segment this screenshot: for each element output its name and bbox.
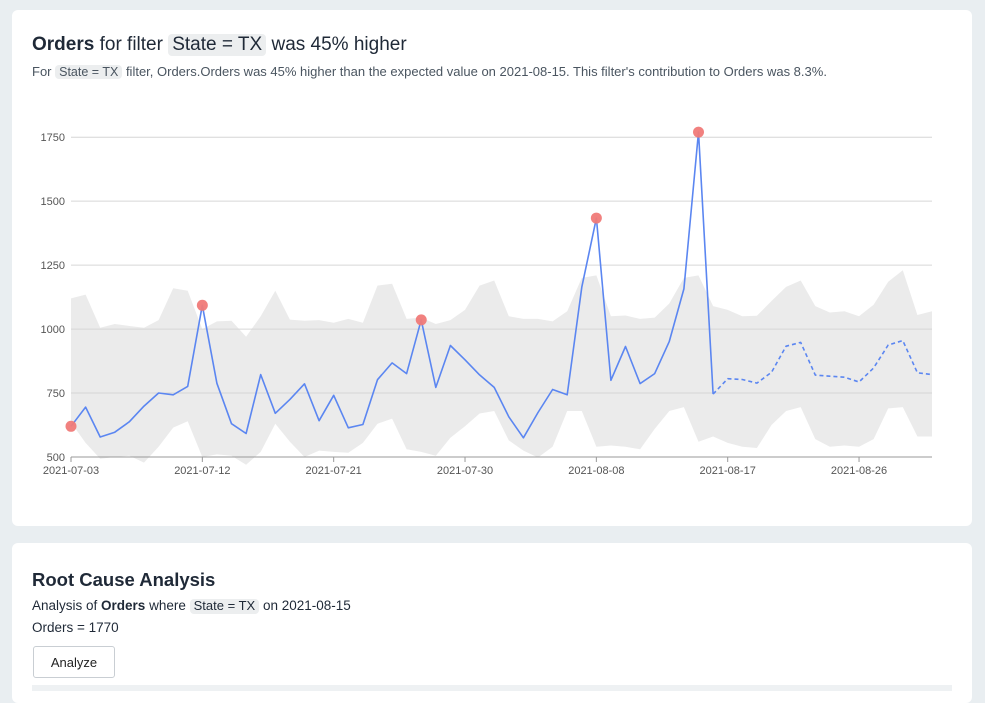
confidence-band bbox=[71, 270, 932, 465]
orders-chart: 500 750 1000 1250 1500 1750 2021-07-03 2021-07-… bbox=[41, 126, 933, 477]
anomaly-point bbox=[65, 420, 77, 432]
rca-desc-on: on 2021-08-15 bbox=[262, 598, 351, 613]
analyze-button[interactable]: Analyze bbox=[33, 646, 115, 678]
x-tick-label: 2021-08-17 bbox=[700, 465, 756, 477]
rca-value: Orders = 1770 bbox=[32, 620, 119, 635]
anomaly-point bbox=[415, 314, 427, 326]
rca-filter-pill: State = TX bbox=[189, 598, 260, 614]
anomaly-point bbox=[196, 299, 208, 311]
results-placeholder bbox=[32, 685, 952, 691]
x-tick-label: 2021-07-30 bbox=[437, 465, 493, 477]
rca-desc-where: where bbox=[149, 598, 186, 613]
root-cause-card: Root Cause Analysis Analysis of Orders w… bbox=[12, 543, 972, 703]
x-tick-label: 2021-08-26 bbox=[831, 465, 887, 477]
y-tick-label: 1750 bbox=[41, 132, 65, 144]
rca-title: Root Cause Analysis bbox=[32, 569, 216, 590]
x-tick-label: 2021-08-08 bbox=[568, 465, 624, 477]
x-tick-label: 2021-07-12 bbox=[174, 465, 230, 477]
anomaly-point bbox=[693, 126, 705, 138]
rca-desc-prefix: Analysis of bbox=[32, 598, 98, 613]
y-tick-label: 1000 bbox=[41, 324, 65, 336]
x-tick-label: 2021-07-21 bbox=[306, 465, 362, 477]
y-tick-label: 750 bbox=[47, 388, 65, 400]
anomaly-point bbox=[590, 212, 602, 224]
y-tick-label: 1500 bbox=[41, 196, 65, 208]
x-tick-label: 2021-07-03 bbox=[43, 465, 99, 477]
rca-desc-metric: Orders bbox=[101, 598, 146, 613]
y-tick-label: 1250 bbox=[41, 260, 65, 272]
anomaly-card: Orders for filter State = TX was 45% hig… bbox=[12, 10, 972, 526]
rca-description: Analysis of Orders where State = TX on 2… bbox=[32, 598, 351, 614]
y-tick-label: 500 bbox=[47, 452, 65, 464]
